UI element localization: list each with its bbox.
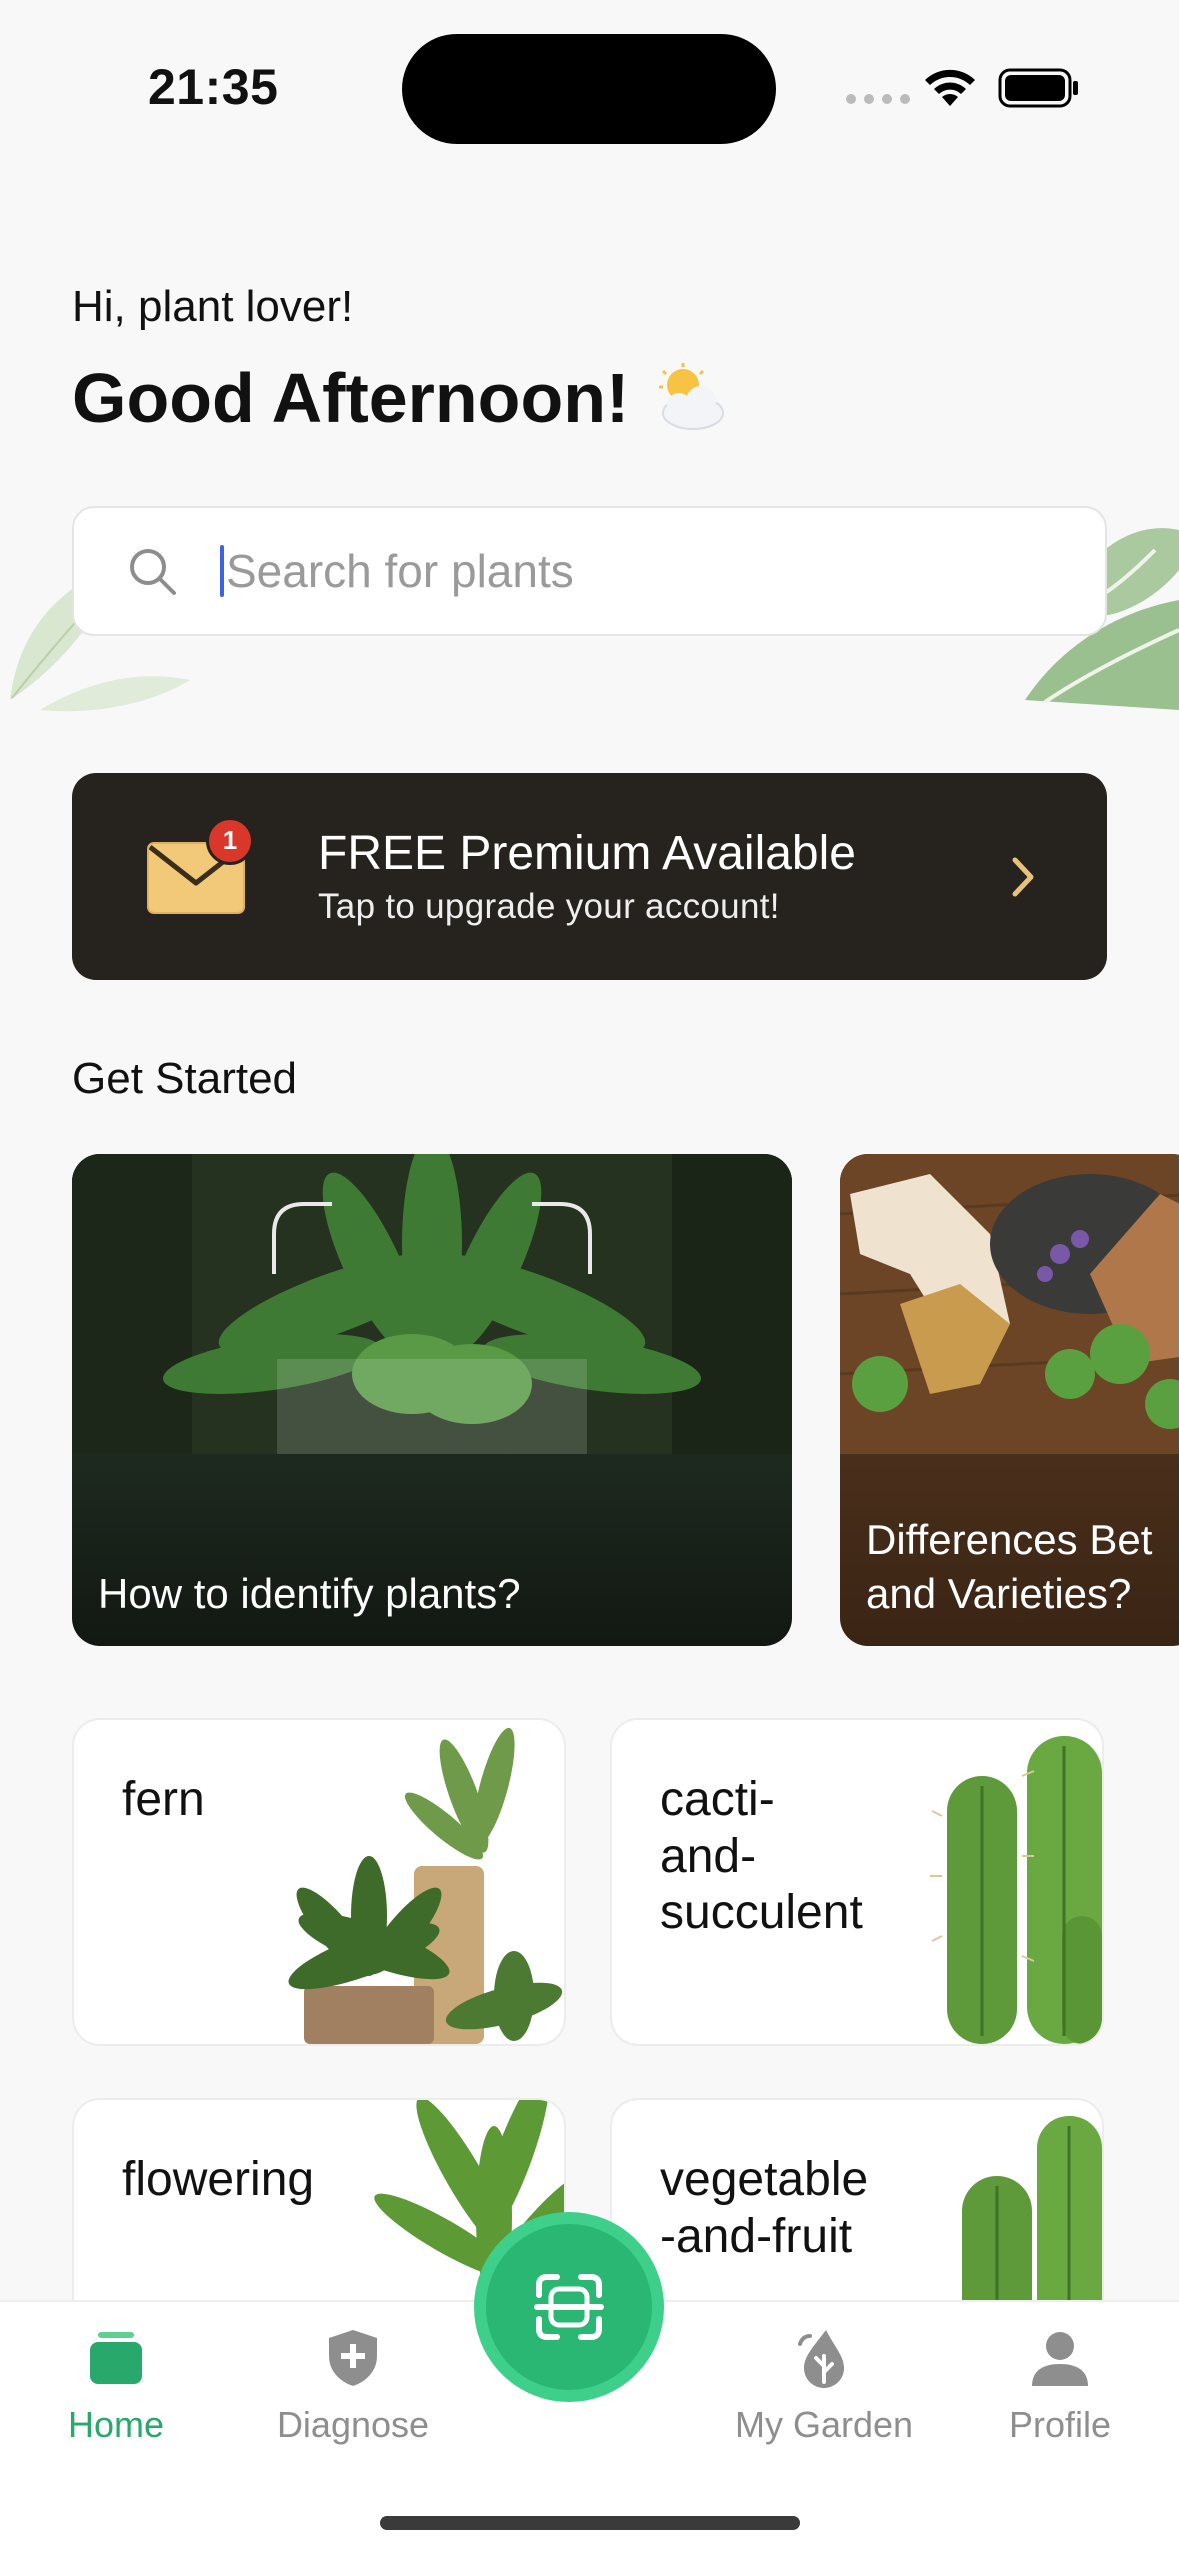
category-label-line1: cacti-: [660, 1773, 775, 1826]
category-label-line3: succulent: [660, 1886, 863, 1940]
greeting-title-text: Good Afternoon!: [72, 359, 630, 437]
leaf-drop-icon: [798, 2330, 844, 2388]
notification-badge: 1: [206, 816, 254, 865]
tab-label: Home: [67, 2404, 165, 2445]
guide-card-label: Differences Bet and Varieties?: [866, 1513, 1152, 1622]
premium-banner[interactable]: 1 FREE Premium Available Tap to upgrade …: [72, 773, 1107, 980]
guide-card-label-line2: and Varieties?: [866, 1570, 1132, 1618]
shield-plus-icon: [329, 2330, 377, 2386]
tab-diagnose[interactable]: Diagnose: [263, 2326, 443, 2446]
battery-icon: [998, 68, 1078, 108]
home-icon: [90, 2332, 142, 2384]
fern-plant-image: [288, 1727, 563, 2044]
text-cursor: [220, 545, 224, 597]
tab-home[interactable]: Home: [26, 2326, 206, 2446]
cellular-signal-icon: [846, 94, 910, 104]
guide-card-identify[interactable]: How to identify plants?: [72, 1154, 792, 1646]
get-started-title: Get Started: [72, 1054, 298, 1103]
guide-card-varieties[interactable]: Differences Bet and Varieties?: [840, 1154, 1179, 1646]
tab-profile[interactable]: Profile: [970, 2326, 1150, 2446]
tab-label: Profile: [1008, 2404, 1112, 2445]
premium-subtitle: Tap to upgrade your account!: [318, 887, 780, 926]
dynamic-island: [402, 34, 776, 144]
category-label: cacti- and- succulent: [660, 1772, 863, 1942]
person-icon: [1032, 2332, 1088, 2386]
greeting-subtitle: Hi, plant lover!: [72, 282, 354, 331]
category-label: flowering: [122, 2153, 315, 2206]
status-time: 21:35: [148, 59, 279, 115]
category-label: vegetable -and-fruit: [660, 2152, 868, 2265]
search-icon: [130, 549, 176, 595]
home-indicator: [380, 2516, 800, 2530]
category-label-line2: -and-fruit: [660, 2209, 853, 2263]
tab-my-garden[interactable]: My Garden: [734, 2326, 914, 2446]
category-label: fern: [122, 1773, 205, 1826]
search-bar[interactable]: [72, 506, 1107, 636]
status-bar: 21:35: [0, 0, 1179, 160]
scan-icon: [534, 2274, 604, 2340]
plant-scan-illustration: [72, 1154, 792, 1454]
category-label-line1: vegetable: [660, 2153, 869, 2206]
envelope-icon: 1: [146, 816, 254, 915]
category-tile-cacti-and-succulent[interactable]: cacti- and- succulent: [610, 1718, 1104, 2046]
guide-card-label: How to identify plants?: [98, 1570, 521, 1618]
scan-button[interactable]: [474, 2212, 664, 2402]
category-label-line2: and-: [660, 1829, 757, 1883]
tab-label: Diagnose: [276, 2404, 430, 2445]
gardening-gloves-illustration: [840, 1154, 1179, 1454]
search-input[interactable]: [226, 508, 1105, 634]
tab-label: My Garden: [734, 2404, 914, 2445]
premium-title: FREE Premium Available: [318, 827, 856, 880]
sun-behind-cloud-icon: [659, 363, 725, 430]
chevron-right-icon: [1012, 857, 1034, 896]
greeting-title: Good Afternoon!: [72, 358, 729, 438]
wifi-icon: [925, 69, 975, 106]
guide-card-label-line1: Differences Bet: [866, 1515, 1153, 1563]
category-tile-fern[interactable]: fern: [72, 1718, 566, 2046]
